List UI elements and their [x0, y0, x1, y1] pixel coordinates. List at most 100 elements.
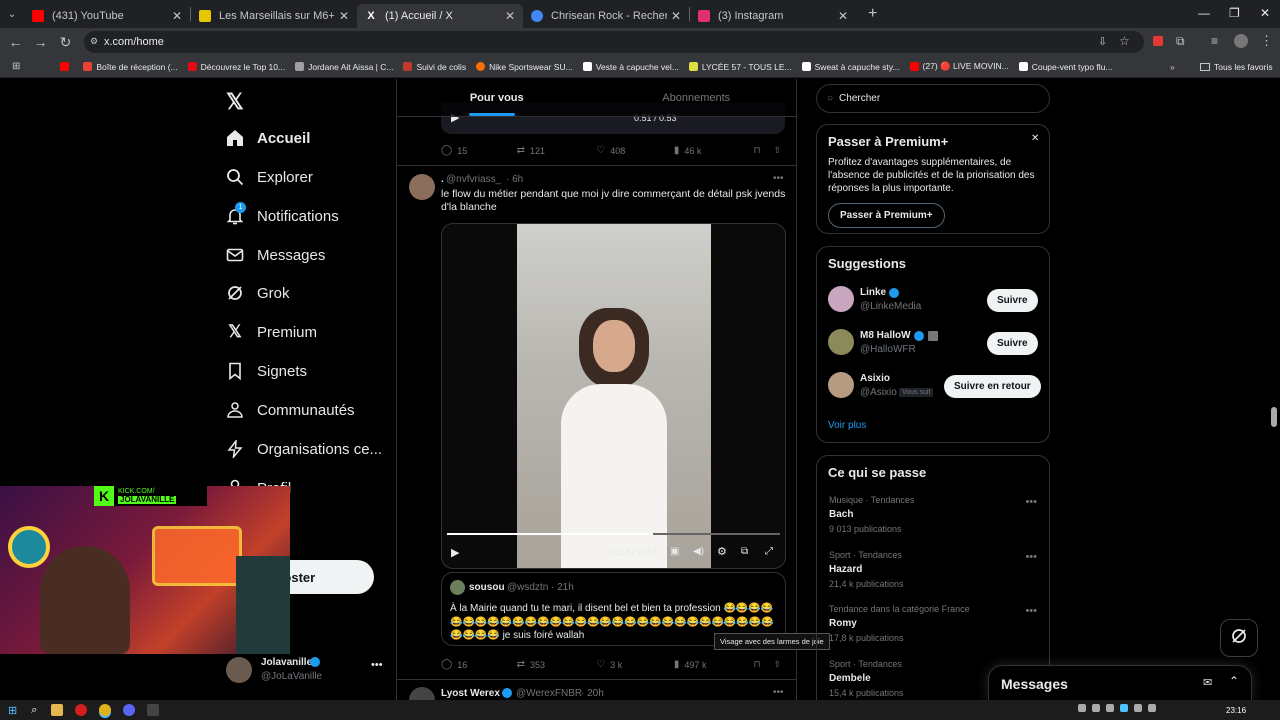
- volume-icon[interactable]: ◀): [693, 546, 704, 557]
- close-icon[interactable]: ✕: [838, 9, 848, 23]
- nav-item-explore[interactable]: Explorer: [226, 162, 313, 192]
- trend-item[interactable]: Sport · Tendances Hazard 21,4 k publicatio…: [829, 550, 904, 589]
- close-icon[interactable]: ✕: [505, 9, 515, 23]
- close-icon[interactable]: ✕: [172, 9, 182, 23]
- messages-drawer[interactable]: Messages ✉ ⌃: [988, 665, 1252, 700]
- share-button[interactable]: ⇧: [773, 145, 781, 156]
- trend-item[interactable]: Tendance dans la catégorie France Romy 17,…: [829, 604, 970, 643]
- profile-avatar[interactable]: [1234, 34, 1248, 48]
- extensions-icon[interactable]: ⧉: [1176, 34, 1185, 49]
- close-icon[interactable]: ✕: [1031, 133, 1039, 144]
- bookmark-item[interactable]: Jordane Ait Aissa | C...: [295, 62, 393, 72]
- more-icon[interactable]: •••: [371, 659, 383, 671]
- file-explorer-icon[interactable]: [51, 704, 64, 716]
- repost-button[interactable]: ⇄ 121: [517, 145, 597, 156]
- nav-item-organizations[interactable]: Organisations ce...: [226, 434, 382, 464]
- new-tab-button[interactable]: +: [868, 5, 877, 23]
- browser-tab[interactable]: (431) YouTube ✕: [24, 4, 190, 28]
- bookmark-item[interactable]: (27) 🔴 LIVE MOVIN...: [909, 61, 1009, 72]
- system-tray[interactable]: [1078, 704, 1198, 716]
- bookmark-item[interactable]: Nike Sportswear SU...: [476, 62, 573, 72]
- clock[interactable]: 23:16: [1226, 706, 1246, 715]
- more-icon[interactable]: •••: [773, 173, 784, 184]
- trend-item[interactable]: Musique · Tendances Bach 9 013 publication…: [829, 495, 914, 534]
- play-icon[interactable]: ▶: [451, 546, 459, 559]
- site-info-icon[interactable]: ⚙: [90, 36, 98, 47]
- bookmark-youtube[interactable]: [60, 62, 73, 71]
- video-progress-track[interactable]: [447, 533, 780, 535]
- tab-search-icon[interactable]: ⌄: [0, 9, 24, 20]
- reply-button[interactable]: ◯ 16: [441, 659, 517, 670]
- all-favorites-folder[interactable]: Tous les favoris: [1200, 62, 1273, 72]
- views-button[interactable]: ▮ 46 k: [674, 145, 754, 156]
- close-icon[interactable]: ✕: [671, 9, 681, 23]
- bookmark-item[interactable]: Suivi de colis: [403, 62, 466, 72]
- back-icon[interactable]: ←: [3, 34, 28, 50]
- nav-item-messages[interactable]: Messages: [226, 240, 325, 270]
- nav-item-bookmarks[interactable]: Signets: [226, 356, 307, 386]
- bookmark-button[interactable]: ⊓: [754, 659, 774, 670]
- bookmark-item[interactable]: Veste à capuche vel...: [582, 62, 679, 72]
- more-icon[interactable]: •••: [1025, 551, 1037, 563]
- bookmark-button[interactable]: ⊓: [754, 145, 774, 156]
- obs-icon[interactable]: [147, 704, 160, 716]
- new-message-icon[interactable]: ✉: [1203, 676, 1212, 689]
- menu-icon[interactable]: ⋮: [1260, 33, 1273, 49]
- see-more-link[interactable]: Voir plus: [828, 420, 866, 431]
- bookmark-item[interactable]: LYCÉE 57 - TOUS LE...: [688, 62, 792, 72]
- bookmark-item[interactable]: Sweat à capuche sty...: [801, 62, 900, 72]
- follow-button[interactable]: Suivre: [987, 289, 1038, 312]
- more-icon[interactable]: •••: [1025, 496, 1037, 508]
- windows-start-icon[interactable]: ⊞: [8, 704, 17, 717]
- more-icon[interactable]: •••: [1025, 605, 1037, 617]
- minimize-button[interactable]: —: [1198, 6, 1210, 20]
- tab-following[interactable]: Abonnements: [597, 79, 797, 116]
- like-button[interactable]: ♡ 3 k: [596, 659, 674, 670]
- nav-item-home[interactable]: Accueil: [226, 123, 310, 153]
- forward-icon[interactable]: →: [28, 34, 53, 50]
- pip-icon[interactable]: ⧉: [741, 546, 748, 557]
- apps-icon[interactable]: ⊞: [12, 61, 20, 72]
- scrollbar-thumb[interactable]: [1271, 407, 1277, 427]
- browser-tab[interactable]: Les Marseillais sur M6+ : voir le✕: [191, 4, 357, 28]
- bookmark-item[interactable]: Coupe-vent typo flu...: [1018, 62, 1113, 72]
- close-window-button[interactable]: ✕: [1260, 6, 1270, 20]
- chrome-icon[interactable]: [99, 704, 112, 716]
- grok-floating-button[interactable]: [1220, 619, 1258, 657]
- nav-item-grok[interactable]: Grok: [226, 278, 290, 308]
- nav-item-premium[interactable]: 𝕏 Premium: [226, 317, 317, 347]
- nav-item-communities[interactable]: Communautés: [226, 395, 355, 425]
- like-button[interactable]: ♡ 408: [596, 145, 674, 156]
- browser-tab[interactable]: (3) Instagram ✕: [690, 4, 856, 28]
- trend-item[interactable]: Sport · Tendances Dembele 15,4 k publicati…: [829, 659, 904, 698]
- more-icon[interactable]: •••: [773, 687, 784, 698]
- reload-icon[interactable]: ↻: [53, 34, 78, 51]
- bookmark-item[interactable]: Découvrez le Top 10...: [187, 62, 285, 72]
- share-button[interactable]: ⇧: [773, 659, 781, 670]
- views-button[interactable]: ▮ 497 k: [674, 659, 754, 670]
- discord-icon[interactable]: [123, 704, 136, 716]
- tab-for-you[interactable]: Pour vous: [397, 79, 597, 116]
- nav-item-notifications[interactable]: 1 Notifications: [226, 201, 339, 231]
- chevron-up-icon[interactable]: ⌃: [1229, 674, 1239, 688]
- star-icon[interactable]: ☆: [1119, 34, 1130, 48]
- follow-back-button[interactable]: Suivre en retour: [944, 375, 1041, 398]
- browser-tab[interactable]: Chrisean Rock - Recherche Goo✕: [523, 4, 689, 28]
- settings-icon[interactable]: ⚙: [717, 545, 727, 558]
- x-logo-icon[interactable]: 𝕏: [226, 89, 244, 115]
- search-input[interactable]: ○ Chercher: [816, 84, 1050, 113]
- fullscreen-icon[interactable]: ⤢: [765, 546, 773, 557]
- browser-tab-active[interactable]: X (1) Accueil / X ✕: [357, 4, 523, 28]
- more-bookmarks-icon[interactable]: »: [1170, 62, 1175, 72]
- video-player[interactable]: ▶ 0:23 / 0:37 ▣ ◀) ⚙ ⧉ ⤢: [441, 223, 786, 569]
- close-icon[interactable]: ✕: [339, 9, 349, 23]
- extension-icon[interactable]: [1153, 36, 1163, 46]
- premium-button[interactable]: Passer à Premium+: [828, 203, 945, 228]
- install-icon[interactable]: ⇩: [1098, 35, 1107, 48]
- captions-icon[interactable]: ▣: [670, 546, 679, 557]
- search-icon[interactable]: ⌕: [31, 704, 37, 717]
- media-icon[interactable]: ≡: [1211, 34, 1218, 48]
- account-switcher[interactable]: Jolavanille @JoLaVanille •••: [226, 655, 396, 691]
- bookmark-item[interactable]: Boîte de réception (...: [83, 62, 178, 72]
- opera-icon[interactable]: [75, 704, 88, 716]
